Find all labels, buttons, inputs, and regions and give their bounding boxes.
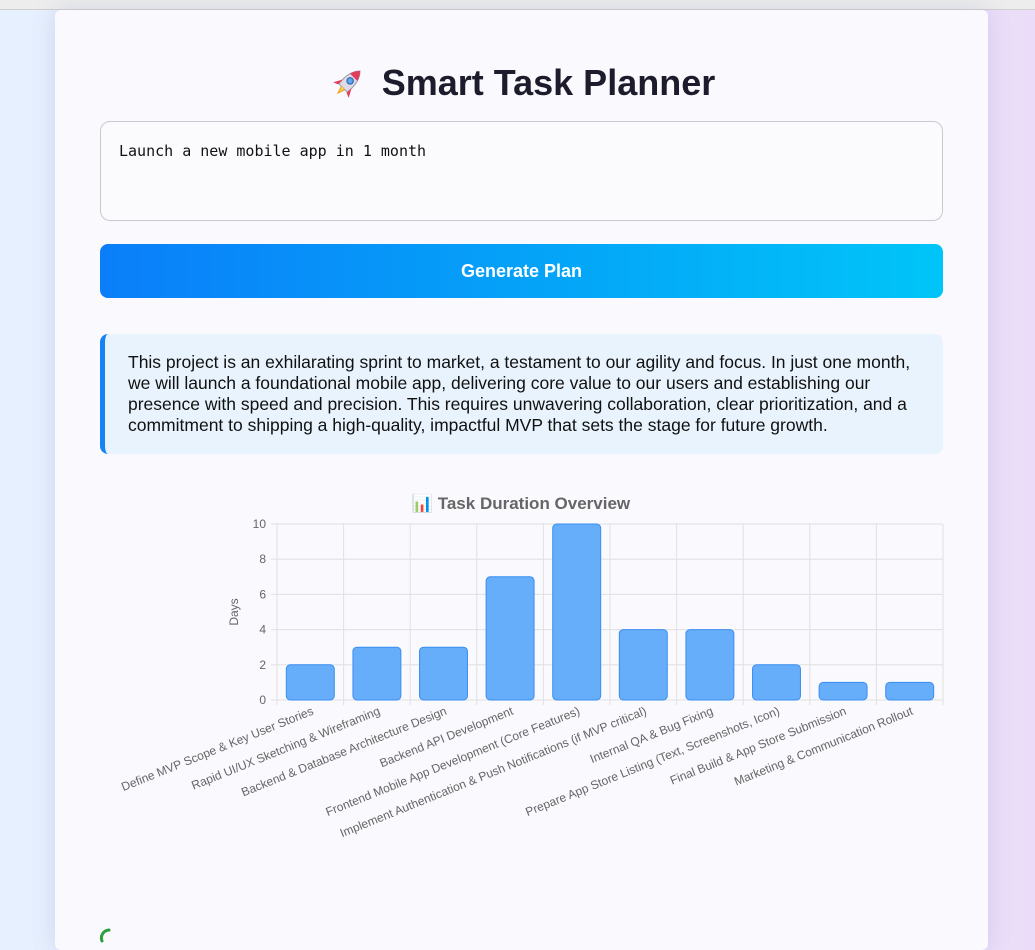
- bar: [419, 646, 468, 701]
- y-tick-label: 0: [259, 693, 266, 707]
- bar: [818, 681, 868, 701]
- y-tick-label: 10: [253, 517, 267, 531]
- chart-title: 📊 Task Duration Overview: [412, 493, 631, 513]
- bar: [285, 664, 335, 701]
- generate-plan-button[interactable]: Generate Plan: [100, 244, 943, 298]
- y-tick-label: 8: [259, 552, 266, 566]
- y-axis-label: Days: [227, 598, 241, 625]
- y-tick-label: 4: [259, 623, 266, 637]
- page-title: Smart Task Planner: [55, 62, 988, 104]
- bar: [618, 629, 668, 701]
- bar: [685, 629, 735, 701]
- browser-top-bar: [0, 0, 1035, 10]
- bar: [485, 576, 535, 701]
- bar: [352, 646, 402, 701]
- task-duration-chart: 📊 Task Duration Overview0246810DaysDefin…: [119, 493, 944, 840]
- bar: [552, 523, 602, 701]
- planner-card: Smart Task Planner Launch a new mobile a…: [55, 10, 988, 950]
- goal-input[interactable]: Launch a new mobile app in 1 month: [100, 121, 943, 221]
- page-title-text: Smart Task Planner: [381, 62, 716, 103]
- plan-summary: This project is an exhilarating sprint t…: [100, 334, 943, 454]
- bar: [885, 681, 935, 701]
- rocket-icon: [332, 70, 361, 98]
- y-tick-label: 2: [259, 658, 266, 672]
- y-tick-label: 6: [259, 587, 266, 601]
- bar: [752, 664, 801, 701]
- plan-summary-text: This project is an exhilarating sprint t…: [128, 352, 911, 435]
- check-icon: [99, 928, 111, 943]
